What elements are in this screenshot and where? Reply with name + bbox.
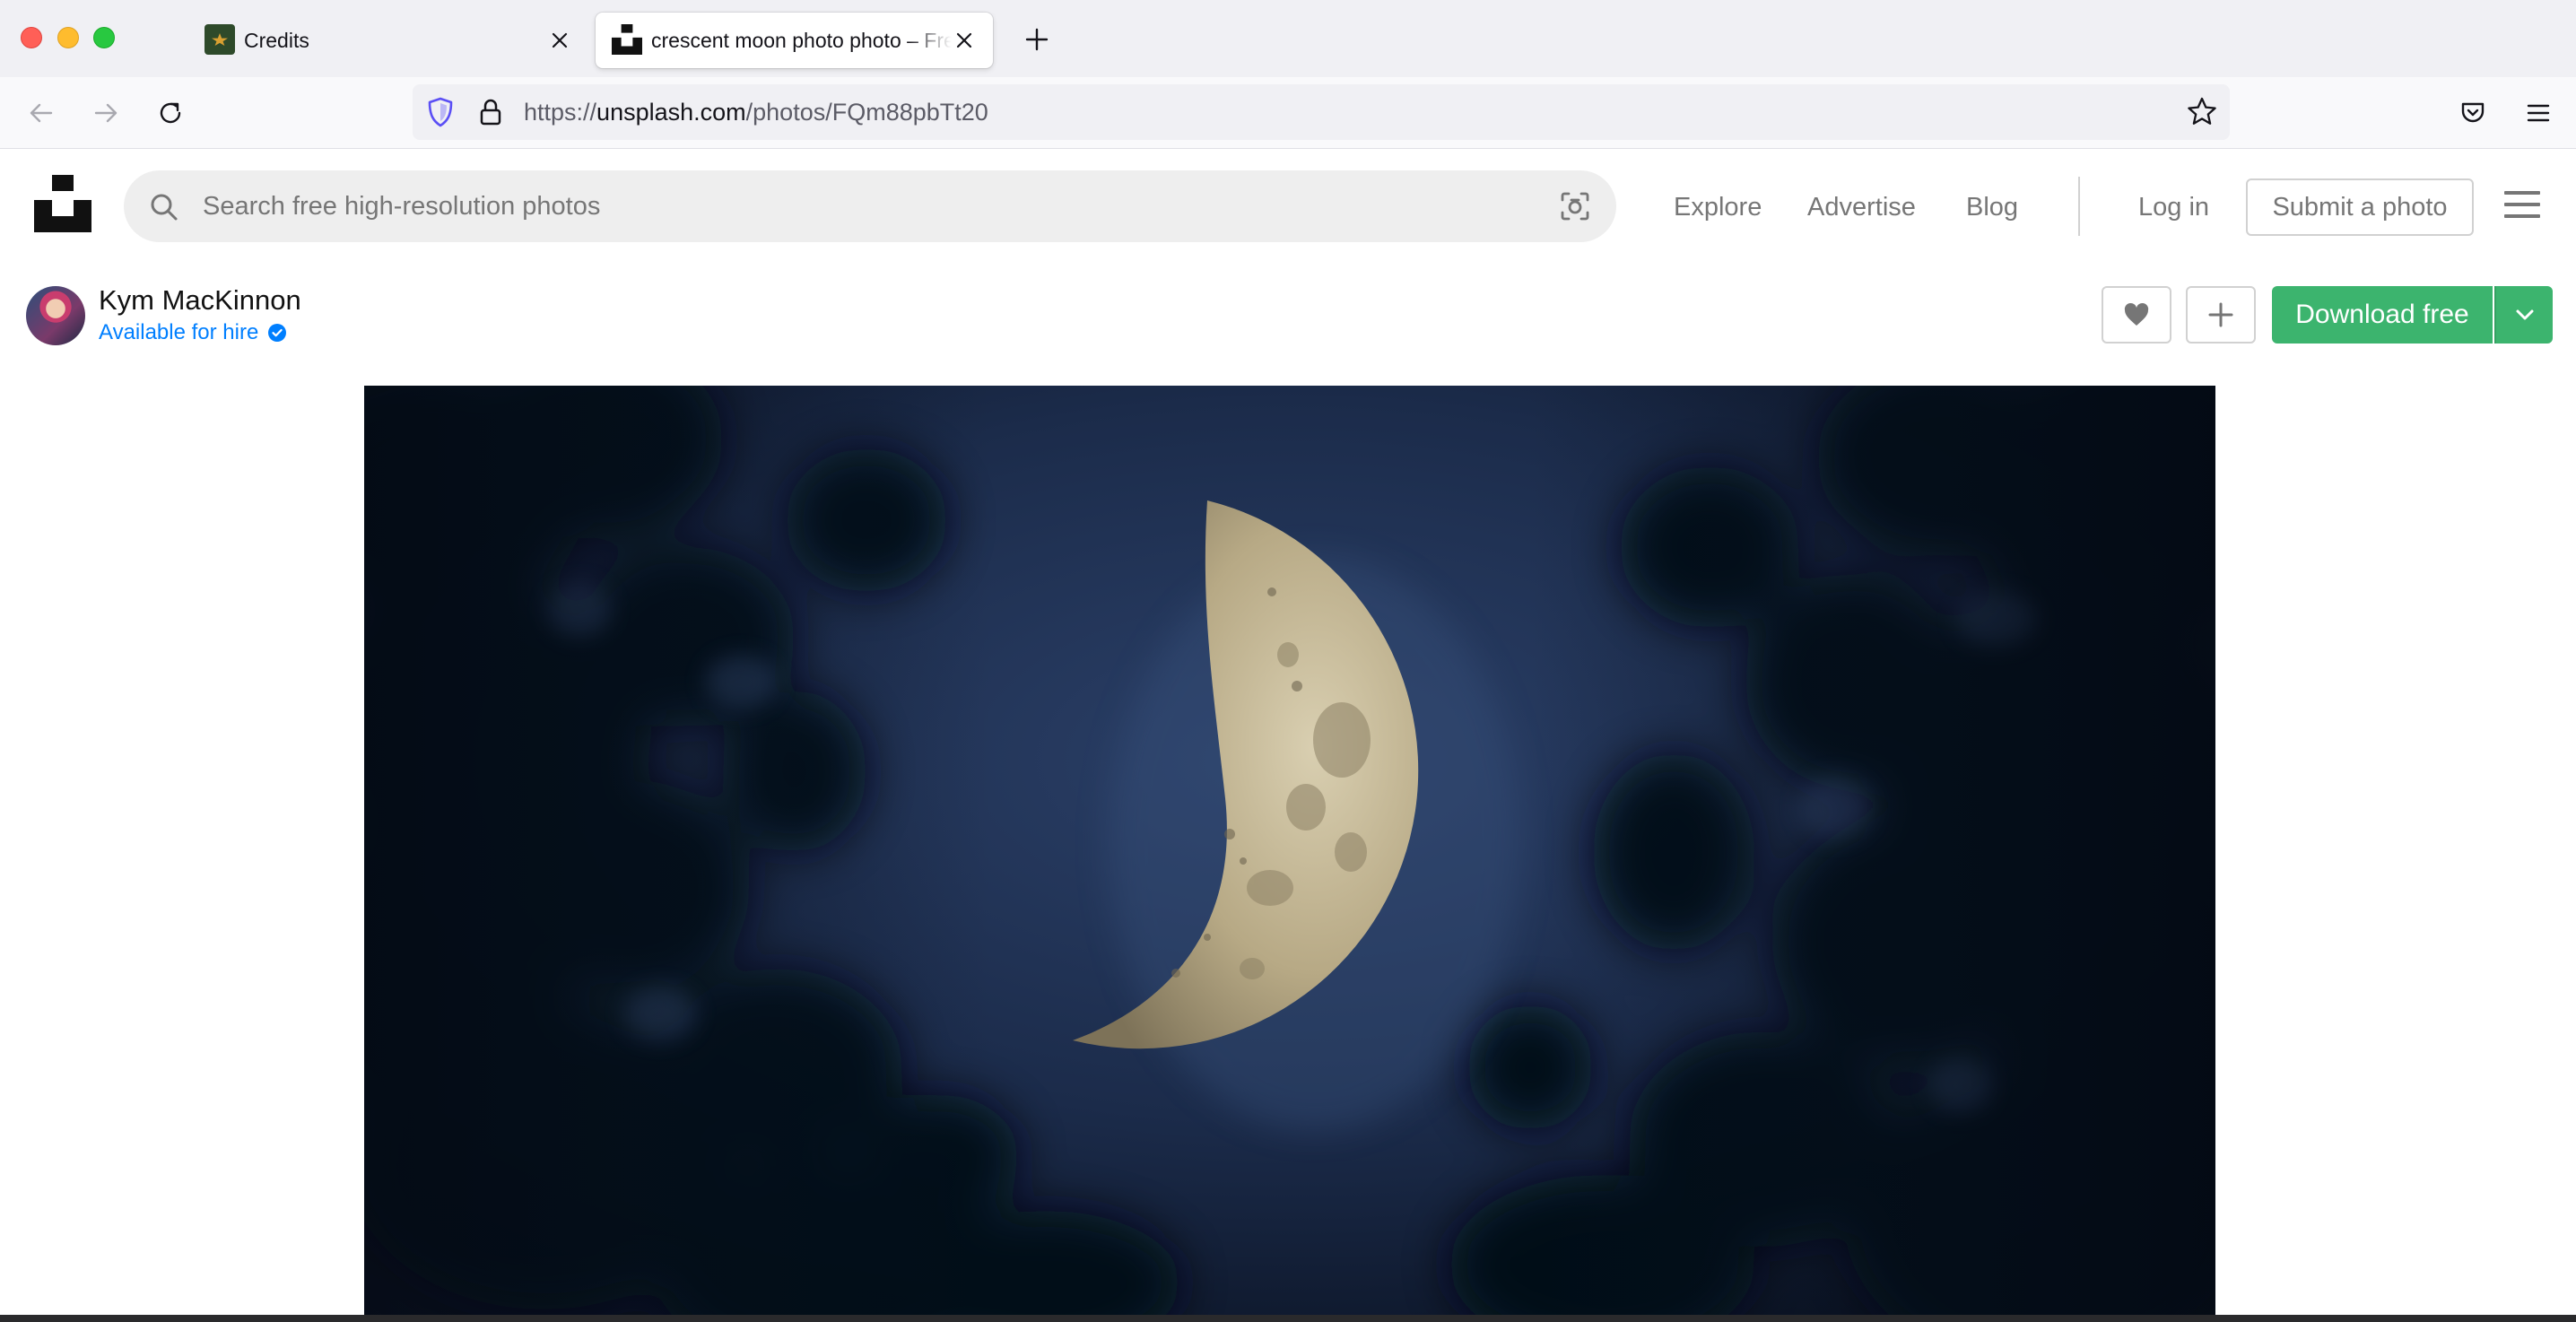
hamburger-icon (2527, 104, 2550, 122)
new-tab-button[interactable] (1015, 20, 1058, 59)
plus-icon (2208, 302, 2233, 327)
plus-icon (1025, 28, 1049, 51)
forward-button[interactable] (84, 91, 127, 135)
unsplash-favicon-icon (612, 24, 642, 55)
pocket-button[interactable] (2451, 91, 2494, 135)
unsplash-logo-icon[interactable] (34, 175, 91, 232)
main-photo[interactable] (364, 386, 2215, 1322)
browser-tab-strip: Credits crescent moon photo photo – Free (0, 0, 2576, 77)
login-link[interactable]: Log in (2138, 150, 2209, 265)
submit-photo-button[interactable]: Submit a photo (2246, 178, 2474, 236)
tab-close-icon[interactable] (545, 26, 574, 55)
tab-close-icon[interactable] (950, 26, 979, 55)
search-icon[interactable] (149, 192, 179, 227)
lock-icon[interactable] (474, 95, 508, 134)
avatar[interactable] (26, 286, 85, 345)
pocket-icon (2461, 102, 2485, 123)
url-prefix: https:// (524, 99, 597, 126)
site-menu-icon[interactable] (2504, 191, 2540, 222)
search-bar (124, 170, 1616, 242)
reload-icon (160, 102, 181, 124)
photo-meta-bar: Kym MacKinnon Available for hire Downloa… (0, 265, 2576, 381)
verified-badge-icon (268, 324, 287, 342)
available-for-hire-link[interactable]: Available for hire (99, 320, 287, 345)
author-name[interactable]: Kym MacKinnon (99, 284, 301, 317)
heart-icon (2124, 302, 2149, 326)
download-free-button[interactable]: Download free (2272, 286, 2493, 344)
arrow-left-icon (30, 103, 53, 123)
url-path: /photos/FQm88pbTt20 (745, 99, 988, 126)
nav-divider (2078, 177, 2080, 236)
tab-title: Credits (244, 29, 309, 52)
chevron-down-icon (2516, 309, 2533, 320)
nav-blog[interactable]: Blog (1966, 150, 2018, 265)
tracking-shield-icon[interactable] (423, 95, 457, 134)
app-menu-button[interactable] (2517, 91, 2560, 135)
hire-label: Available for hire (99, 320, 259, 344)
window-zoom-button[interactable] (93, 27, 115, 48)
crescent-moon-image (364, 386, 2215, 1322)
arrow-right-icon (94, 103, 117, 123)
like-button[interactable] (2102, 286, 2171, 344)
credits-favicon-icon (205, 24, 235, 55)
dock-peek (0, 1315, 2576, 1322)
nav-explore[interactable]: Explore (1674, 150, 1762, 265)
nav-advertise[interactable]: Advertise (1807, 150, 1916, 265)
url-domain: unsplash.com (596, 99, 746, 126)
search-input[interactable] (203, 170, 1458, 242)
back-button[interactable] (20, 91, 63, 135)
tab-title: crescent moon photo photo – Free (651, 29, 952, 52)
visual-search-icon[interactable] (1557, 188, 1593, 224)
site-header: Explore Advertise Blog Log in Submit a p… (0, 150, 2576, 265)
reload-button[interactable] (149, 91, 192, 135)
window-close-button[interactable] (21, 27, 42, 48)
window-minimize-button[interactable] (57, 27, 79, 48)
star-icon[interactable] (2185, 95, 2219, 134)
add-to-collection-button[interactable] (2186, 286, 2256, 344)
url-text[interactable]: https://unsplash.com/photos/FQm88pbTt20 (524, 84, 988, 140)
tab-crescent-moon[interactable]: crescent moon photo photo – Free (596, 13, 993, 68)
tab-credits[interactable]: Credits (188, 13, 583, 68)
browser-toolbar: https://unsplash.com/photos/FQm88pbTt20 (0, 77, 2576, 149)
download-options-button[interactable] (2494, 286, 2553, 344)
address-bar[interactable]: https://unsplash.com/photos/FQm88pbTt20 (413, 84, 2230, 140)
